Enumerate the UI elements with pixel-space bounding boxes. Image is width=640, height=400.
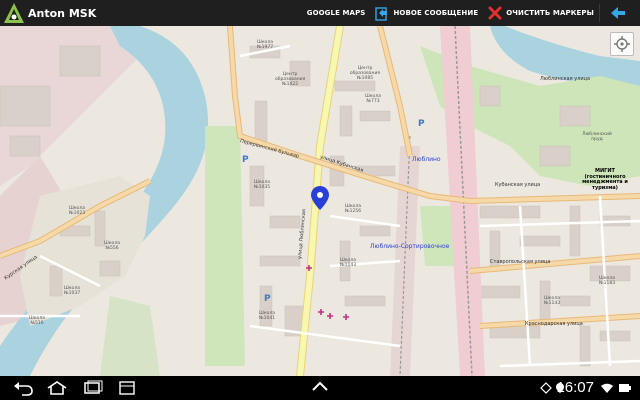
poi-label: Школа №1183 <box>598 276 616 286</box>
poi-label: Школа №556 <box>104 241 120 251</box>
new-message-icon <box>375 7 388 21</box>
poi-label: Школа №1256 <box>344 204 362 214</box>
wifi-icon <box>601 383 613 393</box>
poi-label: Центр образования №1085 <box>349 66 381 81</box>
clock: 16:07 <box>556 379 594 396</box>
new-message-button[interactable]: НОВОЕ СООБЩЕНИЕ <box>370 0 483 26</box>
poi-label: Школа №1143 <box>339 258 357 268</box>
poi-label: Центр образования №1422 <box>275 72 306 87</box>
back-button[interactable] <box>600 0 640 26</box>
action-bar: Anton MSK GOOGLE MAPS НОВОЕ СООБЩЕНИЕ ОЧ… <box>0 0 640 26</box>
poi-label: Школа №516 <box>29 316 45 326</box>
poi-label: Школа №1035 <box>253 180 271 190</box>
clear-markers-label: ОЧИСТИТЬ МАРКЕРЫ <box>506 9 594 17</box>
poi-label: Школа №1041 <box>258 311 276 321</box>
chevron-up-icon[interactable] <box>310 380 330 394</box>
svg-text:P: P <box>418 119 425 129</box>
street-label: Краснодарская улица <box>525 321 583 327</box>
poi-label: Школа №1037 <box>63 286 81 296</box>
battery-icon <box>619 384 631 392</box>
system-nav-bar: 16:07 <box>0 376 640 400</box>
street-label: Кубанская улица <box>495 182 541 188</box>
home-icon[interactable] <box>46 380 68 396</box>
street-label: Ставропольская улица <box>490 259 551 265</box>
map-view[interactable]: P P P Кубанская улица Ставропольская ули… <box>0 26 640 376</box>
poi-label: Школа №1143 <box>543 296 561 306</box>
poi-label: Школа №1023 <box>68 206 86 216</box>
crosshair-icon <box>614 36 630 52</box>
new-message-label: НОВОЕ СООБЩЕНИЕ <box>393 9 479 17</box>
poi-label: Школа №773 <box>365 94 381 104</box>
station-label: Люблино <box>412 156 441 163</box>
poi-label: Школа №1977 <box>256 40 274 50</box>
recent-apps-icon[interactable] <box>82 380 104 396</box>
app-title: Anton MSK <box>28 6 97 20</box>
google-maps-button[interactable]: GOOGLE MAPS <box>302 0 371 26</box>
back-icon[interactable] <box>12 380 34 396</box>
my-location-button[interactable] <box>610 32 634 56</box>
google-maps-label: GOOGLE MAPS <box>306 9 366 17</box>
notification-icon <box>540 382 552 394</box>
poi-label: Люблинский пруд <box>582 132 612 142</box>
svg-text:P: P <box>242 155 249 165</box>
app-logo-icon[interactable] <box>2 1 26 25</box>
arrow-left-icon <box>611 7 625 19</box>
street-label: Люблинская улица <box>540 76 591 82</box>
svg-text:P: P <box>264 294 271 304</box>
station-label: Люблино-Сортировочное <box>370 243 450 250</box>
close-icon <box>488 6 502 20</box>
clear-markers-button[interactable]: ОЧИСТИТЬ МАРКЕРЫ <box>483 0 599 26</box>
screenshot-icon[interactable] <box>118 380 136 396</box>
poi-label: МИГИТ (гостиничного менеджмента и туризм… <box>582 168 628 191</box>
